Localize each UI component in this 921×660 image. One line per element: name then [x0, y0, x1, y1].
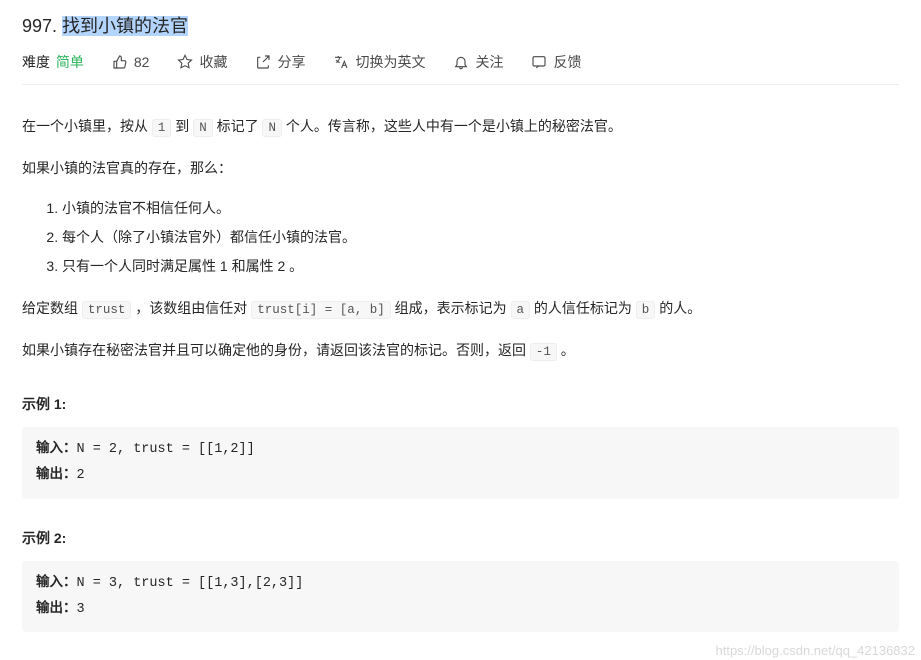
paragraph: 如果小镇的法官真的存在，那么： — [22, 155, 899, 182]
code-inline: trust[i] = [a, b] — [251, 301, 391, 319]
share-button[interactable]: 分享 — [255, 52, 305, 72]
difficulty-value: 简单 — [56, 54, 84, 70]
switch-lang-label: 切换为英文 — [355, 52, 425, 72]
example-output: 3 — [77, 602, 85, 617]
example-output-label: 输出： — [36, 468, 77, 483]
code-inline: N — [193, 119, 213, 137]
code-inline: N — [262, 119, 282, 137]
ordered-list: 小镇的法官不相信任何人。 每个人（除了小镇法官外）都信任小镇的法官。 只有一个人… — [22, 195, 899, 279]
example-block: 输入：N = 2, trust = [[1,2]] 输出：2 — [22, 427, 899, 498]
example-title: 示例 2: — [22, 525, 899, 552]
code-inline: -1 — [530, 343, 557, 361]
meta-row: 难度 简单 82 收藏 分享 切换为英文 关注 反馈 — [22, 52, 899, 85]
bell-icon — [453, 54, 469, 70]
difficulty: 难度 简单 — [22, 52, 84, 72]
problem-title: 997. 找到小镇的法官 — [22, 12, 899, 38]
example-input-label: 输入： — [36, 442, 77, 457]
example-title: 示例 1: — [22, 391, 899, 418]
paragraph: 给定数组 trust ，该数组由信任对 trust[i] = [a, b] 组成… — [22, 295, 899, 323]
example-input: N = 3, trust = [[1,3],[2,3]] — [77, 576, 304, 591]
paragraph: 在一个小镇里，按从 1 到 N 标记了 N 个人。传言称，这些人中有一个是小镇上… — [22, 113, 899, 141]
example-input: N = 2, trust = [[1,2]] — [77, 442, 255, 457]
example-output-label: 输出： — [36, 602, 77, 617]
thumbs-up-icon — [112, 54, 128, 70]
example-input-label: 输入： — [36, 576, 77, 591]
share-icon — [255, 54, 271, 70]
example-block: 输入：N = 3, trust = [[1,3],[2,3]] 输出：3 — [22, 561, 899, 632]
like-count: 82 — [134, 54, 150, 70]
list-item: 小镇的法官不相信任何人。 — [62, 195, 899, 222]
paragraph: 如果小镇存在秘密法官并且可以确定他的身份，请返回该法官的标记。否则，返回 -1 … — [22, 337, 899, 365]
code-inline: trust — [82, 301, 132, 319]
list-item: 只有一个人同时满足属性 1 和属性 2 。 — [62, 253, 899, 280]
switch-lang-button[interactable]: 切换为英文 — [333, 52, 425, 72]
code-inline: 1 — [152, 119, 172, 137]
follow-button[interactable]: 关注 — [453, 52, 503, 72]
problem-content: 在一个小镇里，按从 1 到 N 标记了 N 个人。传言称，这些人中有一个是小镇上… — [22, 113, 899, 632]
share-label: 分享 — [277, 52, 305, 72]
favorite-label: 收藏 — [199, 52, 227, 72]
list-item: 每个人（除了小镇法官外）都信任小镇的法官。 — [62, 224, 899, 251]
difficulty-label: 难度 — [22, 54, 50, 70]
favorite-button[interactable]: 收藏 — [177, 52, 227, 72]
problem-name: 找到小镇的法官 — [62, 16, 188, 36]
code-inline: b — [636, 301, 656, 319]
like-button[interactable]: 82 — [112, 54, 150, 70]
code-inline: a — [511, 301, 531, 319]
example-output: 2 — [77, 468, 85, 483]
star-icon — [177, 54, 193, 70]
feedback-icon — [531, 54, 547, 70]
follow-label: 关注 — [475, 52, 503, 72]
translate-icon — [333, 54, 349, 70]
problem-number: 997. — [22, 16, 57, 36]
feedback-button[interactable]: 反馈 — [531, 52, 581, 72]
feedback-label: 反馈 — [553, 52, 581, 72]
